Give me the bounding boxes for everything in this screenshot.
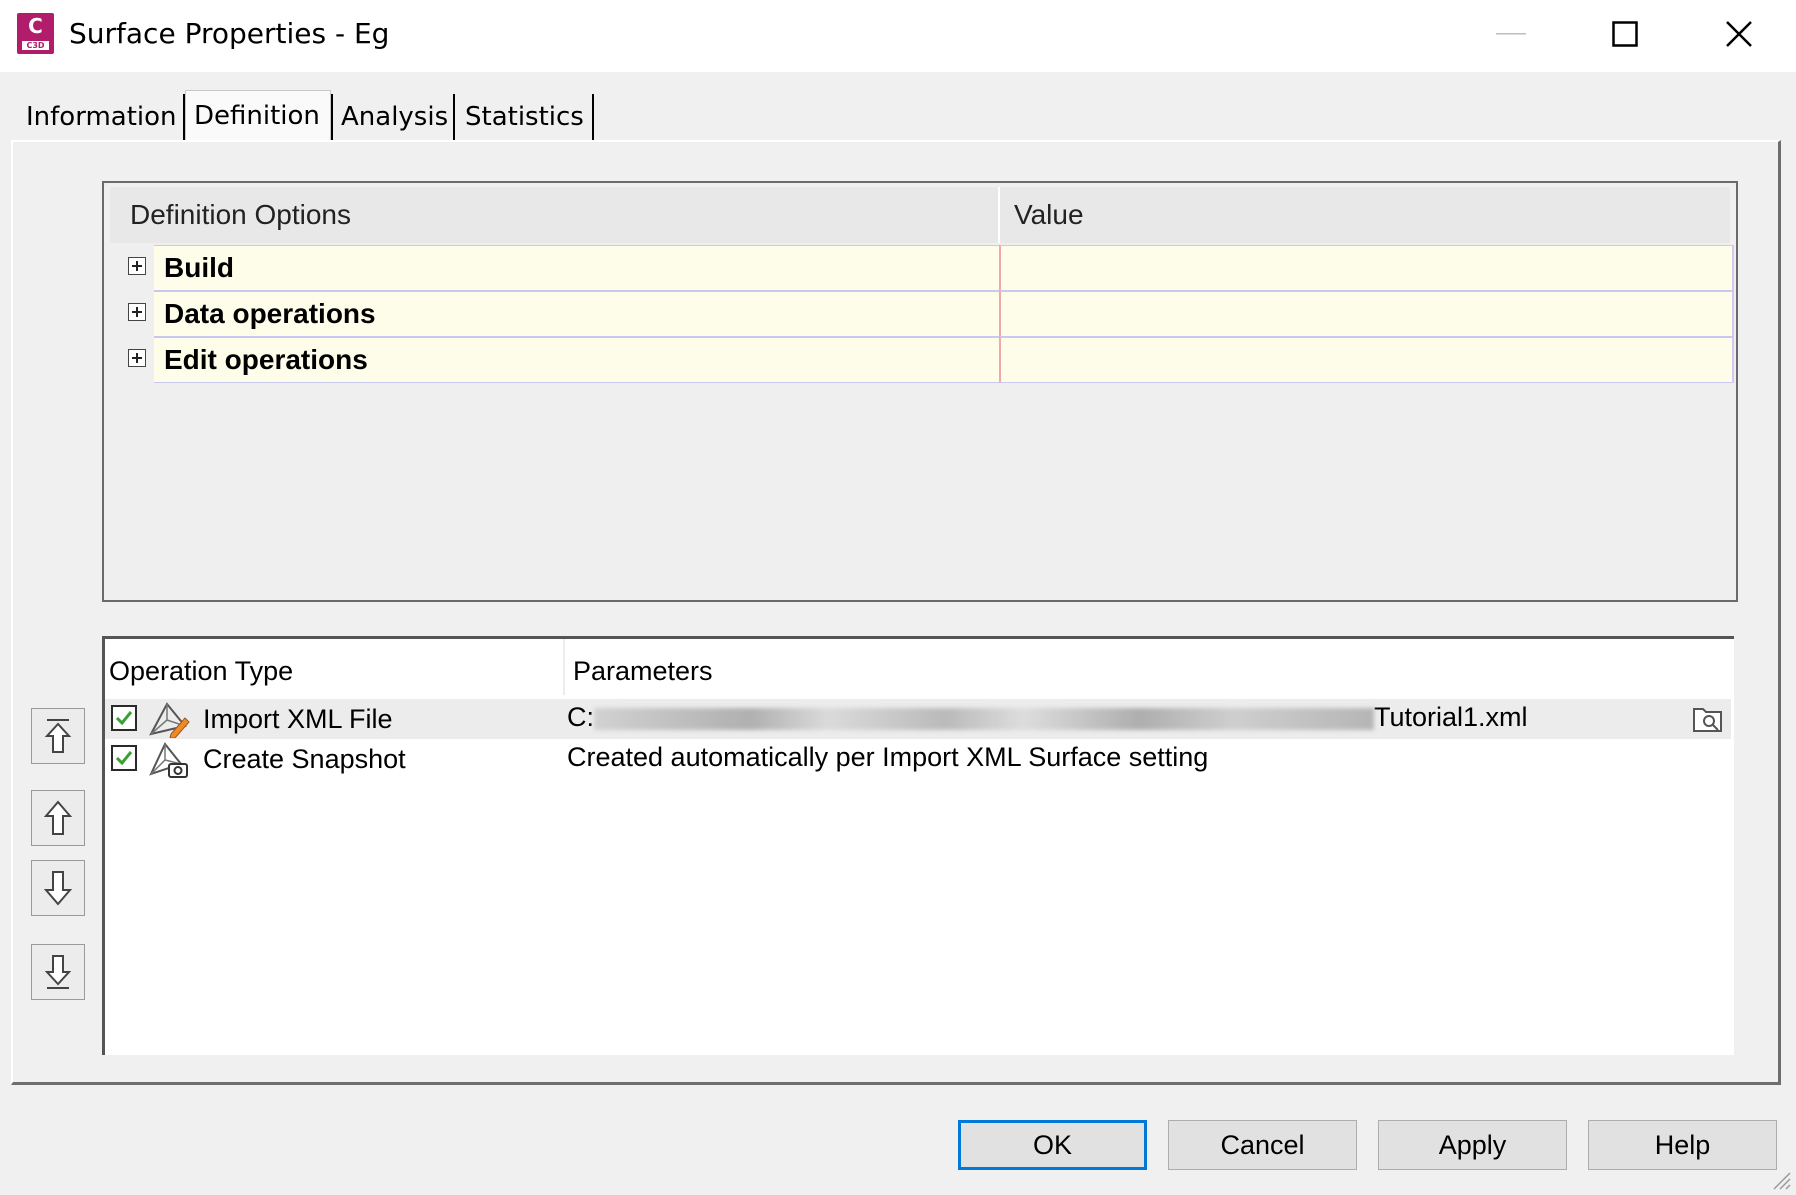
cancel-button[interactable]: Cancel xyxy=(1168,1120,1357,1170)
header-value: Value xyxy=(1014,199,1084,230)
tab-definition[interactable]: Definition xyxy=(185,90,331,142)
close-button[interactable] xyxy=(1704,8,1774,60)
move-to-top-button[interactable] xyxy=(31,708,85,764)
grid-header: Definition Options Value xyxy=(110,187,1730,243)
grid-label-data-operations: Data operations xyxy=(164,298,376,329)
import-xml-icon xyxy=(149,702,190,738)
title-bar: C C3D Surface Properties - Eg xyxy=(0,0,1796,72)
expand-icon[interactable] xyxy=(128,349,146,367)
close-icon xyxy=(1726,21,1752,47)
grid-value-data-operations[interactable] xyxy=(999,291,1734,337)
help-button[interactable]: Help xyxy=(1588,1120,1777,1170)
snapshot-icon xyxy=(149,742,188,778)
expand-icon[interactable] xyxy=(128,303,146,321)
minimize-button[interactable] xyxy=(1476,8,1546,60)
operations-list: Operation Type Parameters Import XML Fil… xyxy=(102,636,1734,1055)
checkmark-icon xyxy=(115,751,133,766)
minimize-icon xyxy=(1496,33,1526,35)
arrow-up-icon xyxy=(43,800,73,835)
operation-row-import-xml[interactable]: Import XML File C: Tutorial1.xml xyxy=(105,699,1731,739)
path-filename: Tutorial1.xml xyxy=(1374,702,1528,732)
operation-checkbox[interactable] xyxy=(111,705,137,731)
move-to-bottom-button[interactable] xyxy=(31,944,85,1000)
expand-icon[interactable] xyxy=(128,257,146,275)
grid-label-build: Build xyxy=(164,252,234,283)
move-up-button[interactable] xyxy=(31,790,85,846)
app-icon-letter: C xyxy=(28,14,43,38)
arrow-to-top-icon xyxy=(44,719,72,753)
grid-value-build[interactable] xyxy=(999,245,1734,291)
grid-row-edit-operations[interactable]: Edit operations xyxy=(110,337,1734,383)
maximize-icon xyxy=(1612,21,1638,47)
operation-checkbox[interactable] xyxy=(111,745,137,771)
grid-value-edit-operations[interactable] xyxy=(999,337,1734,383)
grid-row-build[interactable]: Build xyxy=(110,245,1734,291)
path-drive: C: xyxy=(567,702,594,732)
browse-file-icon[interactable] xyxy=(1691,701,1725,735)
tab-statistics[interactable]: Statistics xyxy=(457,94,594,142)
tab-analysis[interactable]: Analysis xyxy=(331,94,455,142)
maximize-button[interactable] xyxy=(1590,8,1660,60)
operation-row-create-snapshot[interactable]: Create Snapshot Created automatically pe… xyxy=(105,739,1731,779)
operation-type-label: Create Snapshot xyxy=(203,744,406,774)
header-definition-options: Definition Options xyxy=(130,199,352,230)
definition-options-grid: Definition Options Value Build Data oper… xyxy=(102,181,1738,602)
apply-button[interactable]: Apply xyxy=(1378,1120,1567,1170)
operation-type-label: Import XML File xyxy=(203,704,393,734)
ok-button[interactable]: OK xyxy=(958,1120,1147,1170)
grid-label-edit-operations: Edit operations xyxy=(164,344,368,375)
redacted-path xyxy=(594,707,1374,730)
operation-parameter-path[interactable]: C: Tutorial1.xml xyxy=(567,701,1528,733)
resize-grip-icon[interactable] xyxy=(1768,1167,1792,1191)
app-icon-sub: C3D xyxy=(22,41,49,50)
move-down-button[interactable] xyxy=(31,860,85,916)
arrow-down-icon xyxy=(43,871,73,906)
header-operation-type: Operation Type xyxy=(109,656,294,686)
header-parameters: Parameters xyxy=(573,656,713,686)
arrow-to-bottom-icon xyxy=(44,955,72,989)
grid-row-data-operations[interactable]: Data operations xyxy=(110,291,1734,337)
tab-information[interactable]: Information xyxy=(18,94,185,142)
checkmark-icon xyxy=(115,711,133,726)
window-title: Surface Properties - Eg xyxy=(69,17,390,50)
civil3d-app-icon[interactable]: C C3D xyxy=(17,13,54,54)
operation-parameter-text: Created automatically per Import XML Sur… xyxy=(567,742,1209,772)
